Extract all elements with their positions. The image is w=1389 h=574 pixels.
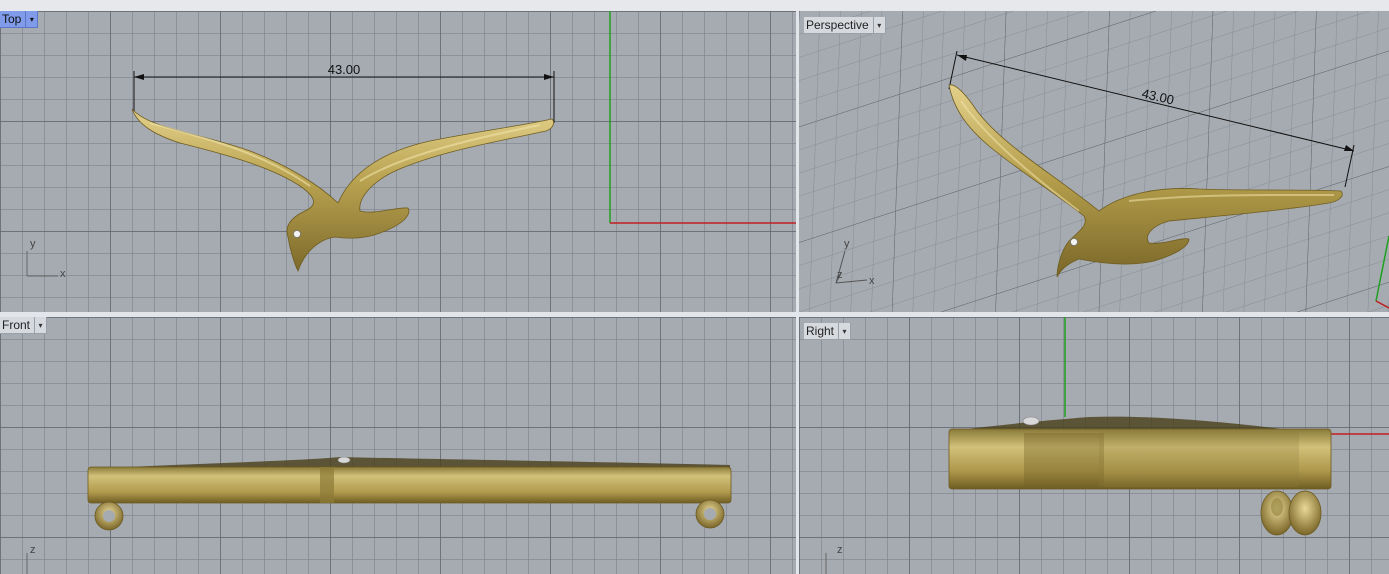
viewport-perspective[interactable]: 43.00 y x z Perspective ▾: [799, 11, 1389, 312]
svg-text:z: z: [837, 269, 843, 281]
viewport-title-front[interactable]: Front: [0, 317, 36, 334]
axis-indicator-icon: z: [26, 544, 36, 574]
viewport-menu-dropdown-icon[interactable]: ▾: [26, 11, 39, 28]
svg-text:z: z: [837, 544, 843, 556]
front-scene: z: [26, 456, 732, 574]
viewport-tab-front[interactable]: Front ▾: [0, 317, 48, 334]
viewport-right[interactable]: z Right ▾: [799, 317, 1389, 574]
svg-text:x: x: [60, 268, 66, 280]
seagull-model-top[interactable]: [131, 108, 554, 273]
right-scene: z: [825, 317, 1389, 574]
svg-text:x: x: [869, 275, 875, 287]
svg-text:y: y: [30, 238, 36, 250]
eye-gem: [1070, 238, 1078, 246]
viewport-top[interactable]: Top ▾ 43.00 y x: [0, 11, 796, 312]
viewport-menu-dropdown-icon[interactable]: ▾: [839, 323, 852, 340]
eye-gem: [293, 230, 301, 238]
axis-indicator-icon: y x: [26, 238, 66, 280]
seagull-model-front[interactable]: [87, 456, 732, 531]
viewport-splitter-vertical[interactable]: [796, 11, 799, 574]
viewport-menu-dropdown-icon[interactable]: ▾: [873, 17, 886, 34]
viewport-menu-dropdown-icon[interactable]: ▾: [35, 317, 48, 334]
perspective-grid: 43.00 y x z: [799, 11, 1389, 312]
svg-text:y: y: [844, 238, 850, 250]
seagull-model-right[interactable]: [948, 416, 1332, 536]
dimension-annotation[interactable]: 43.00: [133, 62, 555, 123]
viewport-title-right[interactable]: Right: [804, 323, 840, 340]
viewport-title-perspective[interactable]: Perspective: [804, 17, 874, 34]
axis-indicator-icon: z: [825, 544, 843, 574]
viewport-front[interactable]: Front ▾ z: [0, 317, 796, 574]
viewport-title-top[interactable]: Top: [0, 11, 27, 28]
viewport-tab-perspective[interactable]: Perspective ▾: [804, 17, 886, 34]
viewport-splitter-horizontal[interactable]: [0, 312, 1389, 317]
dimension-value: 43.00: [328, 62, 361, 77]
top-scene: 43.00 y x: [26, 11, 796, 280]
svg-text:z: z: [30, 544, 36, 556]
viewport-tab-top[interactable]: Top ▾: [0, 11, 39, 28]
viewport-tab-right[interactable]: Right ▾: [804, 323, 852, 340]
